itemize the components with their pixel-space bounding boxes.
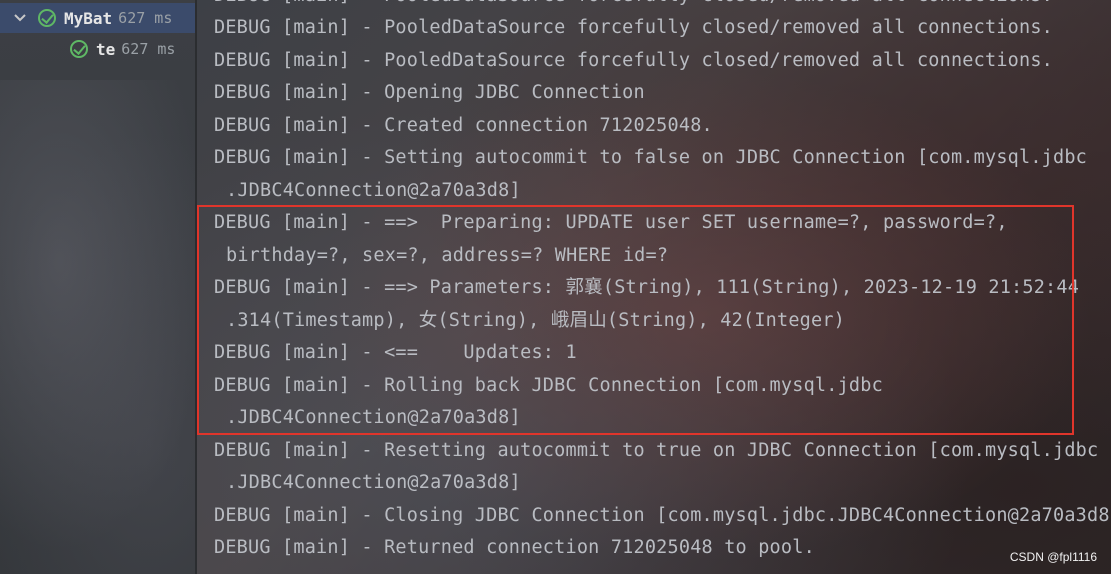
check-circle-icon: [38, 9, 56, 27]
log-line: DEBUG [main] - Resetting autocommit to t…: [214, 440, 1099, 461]
log-line: DEBUG [main] - Closing JDBC Connection […: [214, 505, 1111, 526]
log-line: DEBUG [main] - PooledDataSource forceful…: [214, 0, 1053, 12]
chevron-down-icon[interactable]: [12, 10, 28, 26]
tree-item-time: 627 ms: [121, 40, 176, 58]
log-line: DEBUG [main] - PooledDataSource forceful…: [214, 17, 1054, 38]
tree-item-time: 627 ms: [118, 9, 173, 27]
background-art: [0, 80, 195, 574]
log-line: DEBUG [main] - Opening JDBC Connection: [214, 82, 645, 103]
tree-item-te[interactable]: te 627 ms: [70, 34, 175, 64]
highlight-box: [197, 205, 1074, 435]
watermark: CSDN @fpl1116: [1009, 550, 1097, 564]
tree-item-label: MyBat: [64, 8, 113, 28]
check-circle-icon: [70, 40, 88, 58]
log-line: DEBUG [main] - Created connection 712025…: [214, 115, 713, 136]
tree-item-mybat[interactable]: MyBat 627 ms: [0, 3, 195, 33]
log-line: DEBUG [main] - PooledDataSource forceful…: [214, 50, 1054, 71]
log-line-continuation: .JDBC4Connection@2a70a3d8]: [226, 472, 521, 493]
console-output[interactable]: DEBUG [main] - PooledDataSource forceful…: [197, 0, 1111, 574]
tree-item-label: te: [96, 39, 116, 59]
log-line: DEBUG [main] - Returned connection 71202…: [214, 537, 815, 558]
test-tree-panel: MyBat 627 ms te 627 ms: [0, 0, 195, 574]
log-line-continuation: .JDBC4Connection@2a70a3d8]: [226, 180, 521, 201]
log-line: DEBUG [main] - Setting autocommit to fal…: [214, 147, 1088, 168]
